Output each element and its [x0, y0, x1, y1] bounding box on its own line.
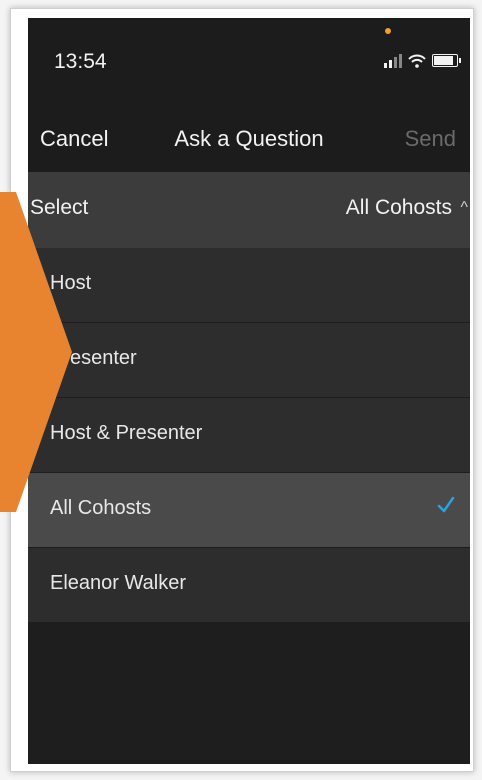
empty-content-area — [28, 623, 470, 764]
recipient-select[interactable]: Select All Cohosts ^ — [28, 172, 470, 248]
status-bar: 13:54 — [28, 18, 470, 110]
option-label: Host & Presenter — [50, 422, 203, 444]
check-icon — [437, 496, 455, 513]
option-host[interactable]: Host — [28, 248, 470, 323]
recording-indicator — [385, 28, 391, 34]
status-icons — [384, 54, 461, 68]
option-all-cohosts[interactable]: All Cohosts — [28, 473, 470, 548]
send-button[interactable]: Send — [405, 126, 456, 152]
pointer-arrow-icon — [0, 192, 72, 512]
status-time: 13:54 — [54, 50, 107, 73]
chevron-up-icon: ^ — [460, 199, 468, 216]
option-label: Eleanor Walker — [50, 572, 186, 594]
battery-icon — [432, 54, 461, 67]
option-eleanor-walker[interactable]: Eleanor Walker — [28, 548, 470, 623]
option-host-and-presenter[interactable]: Host & Presenter — [28, 398, 470, 473]
nav-bar: Cancel Ask a Question Send — [28, 110, 470, 172]
phone-screen: 13:54 Cancel Ask a Question Send Select … — [28, 18, 470, 764]
signal-icon — [384, 54, 402, 68]
wifi-icon — [408, 54, 426, 68]
select-value: All Cohosts — [345, 196, 452, 219]
option-presenter[interactable]: Presenter — [28, 323, 470, 398]
recipient-options-list: Host Presenter Host & Presenter All Coho… — [28, 248, 470, 623]
